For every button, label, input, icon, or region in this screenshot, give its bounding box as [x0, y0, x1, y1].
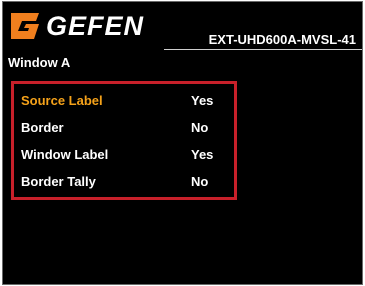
osd-screen: GEFEN EXT-UHD600A-MVSL-41 Window A Sourc… — [2, 1, 363, 285]
menu-item-value: Yes — [191, 93, 214, 108]
gefen-logo: GEFEN — [9, 9, 144, 43]
header-divider — [164, 49, 362, 50]
menu-item-label: Border Tally — [21, 174, 96, 189]
menu-item-border-tally[interactable]: Border Tally No — [21, 171, 226, 193]
brand-name: GEFEN — [46, 11, 145, 41]
menu-item-label: Source Label — [21, 93, 103, 108]
gefen-g-logo-icon — [11, 13, 39, 39]
osd-header: GEFEN EXT-UHD600A-MVSL-41 — [3, 2, 362, 54]
menu-item-source-label[interactable]: Source Label Yes — [21, 90, 226, 112]
menu-item-border[interactable]: Border No — [21, 117, 226, 139]
menu-item-window-label[interactable]: Window Label Yes — [21, 144, 226, 166]
menu-item-label: Border — [21, 120, 64, 135]
menu-item-value: Yes — [191, 147, 214, 162]
menu-item-value: No — [191, 174, 209, 189]
menu-item-value: No — [191, 120, 209, 135]
settings-menu: Source Label Yes Border No Window Label … — [11, 81, 237, 200]
window-title: Window A — [8, 55, 71, 70]
menu-item-label: Window Label — [21, 147, 109, 162]
model-number: EXT-UHD600A-MVSL-41 — [208, 32, 356, 47]
